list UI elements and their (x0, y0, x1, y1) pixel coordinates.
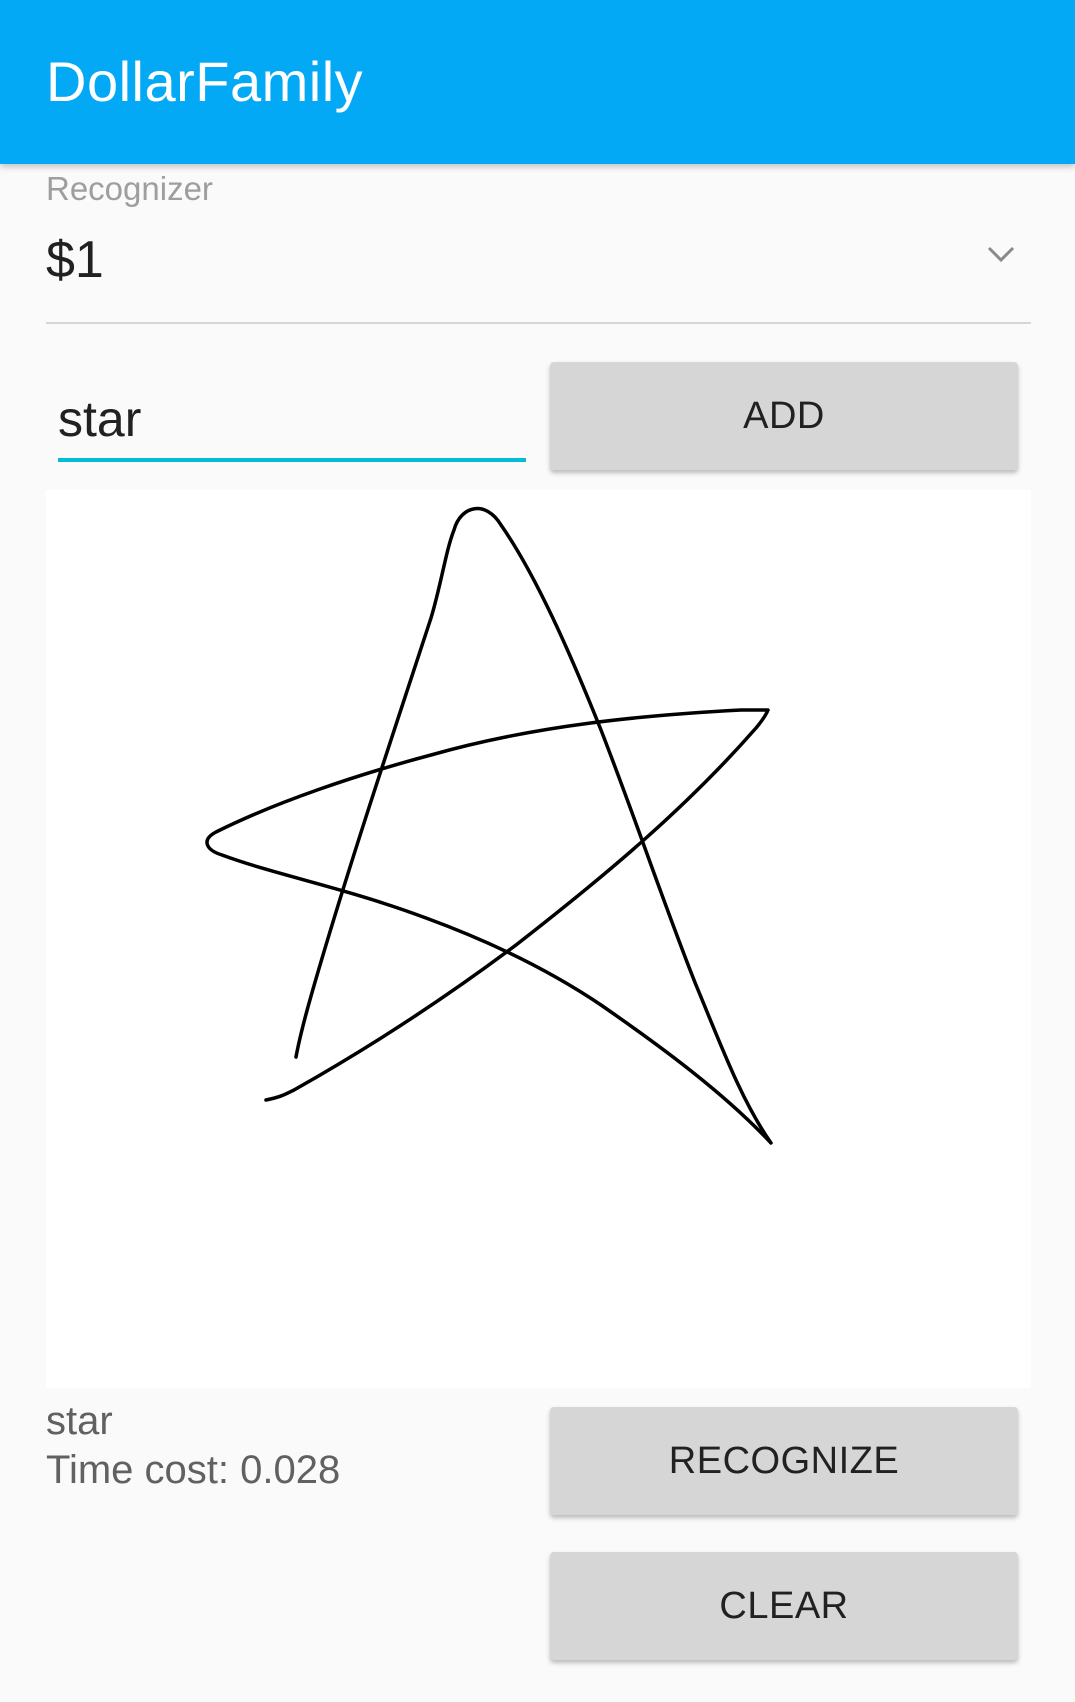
app-bar: DollarFamily (0, 0, 1075, 164)
app-title: DollarFamily (46, 50, 364, 113)
recognize-button[interactable]: RECOGNIZE (550, 1407, 1018, 1515)
recognizer-selected-value: $1 (46, 231, 104, 289)
chevron-down-icon (985, 238, 1017, 270)
add-button[interactable]: ADD (550, 362, 1018, 470)
recognizer-label: Recognizer (46, 170, 213, 207)
star-gesture-stroke (205, 506, 773, 1145)
recognizer-dropdown[interactable]: $1 (46, 222, 1031, 324)
gesture-name-input[interactable] (58, 380, 526, 462)
result-gesture-name: star (46, 1399, 113, 1443)
drawing-canvas[interactable] (46, 490, 1031, 1388)
clear-button[interactable]: CLEAR (550, 1552, 1018, 1660)
result-time-cost: Time cost: 0.028 (46, 1448, 341, 1492)
